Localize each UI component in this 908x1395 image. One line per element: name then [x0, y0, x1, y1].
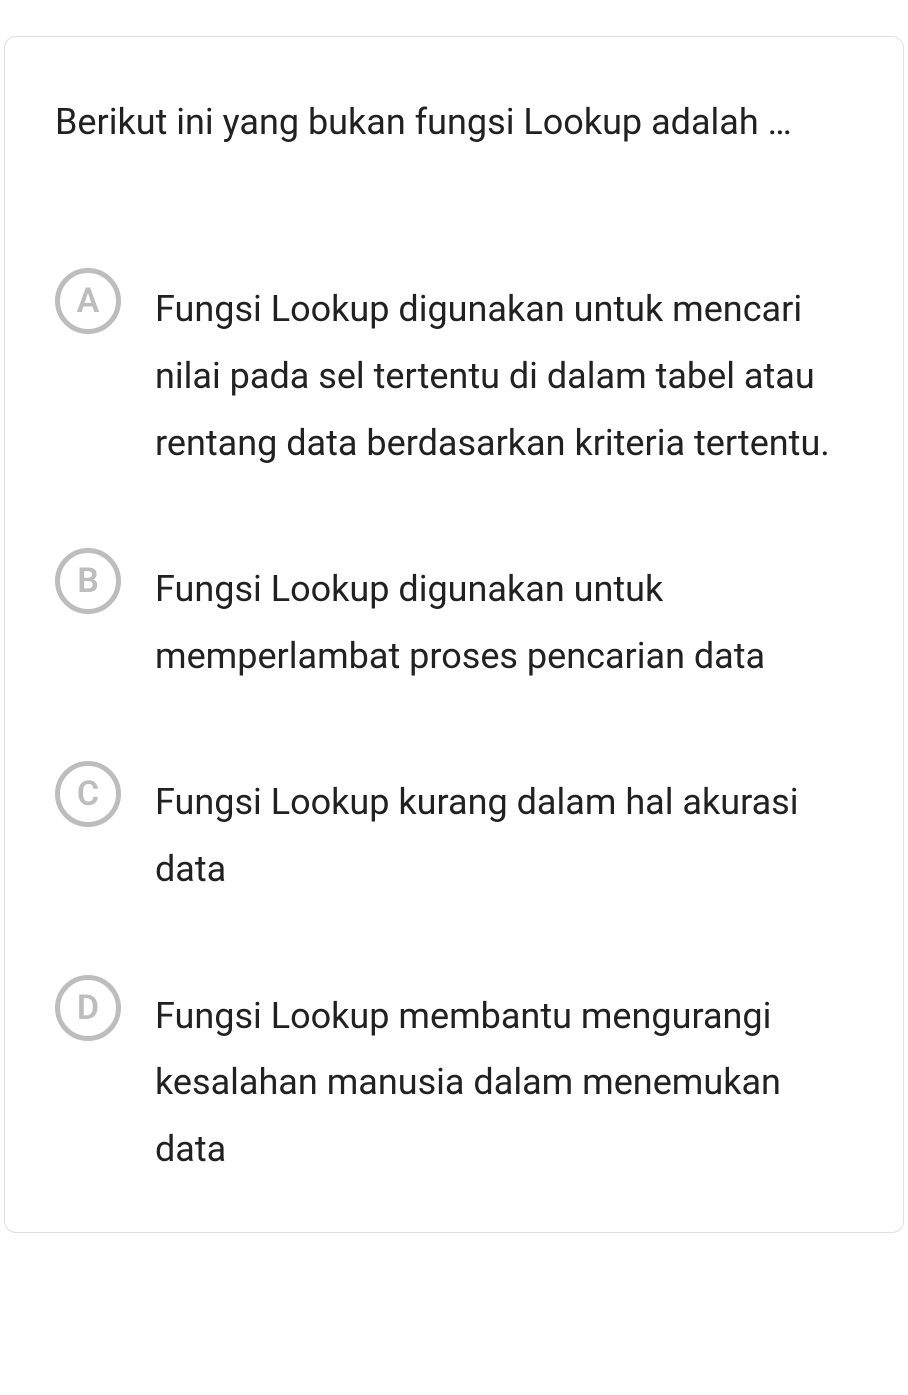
option-b[interactable]: B Fungsi Lookup digunakan untuk memperla…	[55, 552, 853, 689]
option-d[interactable]: D Fungsi Lookup membantu mengurangi kesa…	[55, 979, 853, 1183]
option-text-d: Fungsi Lookup membantu mengurangi kesala…	[155, 979, 853, 1183]
option-c[interactable]: C Fungsi Lookup kurang dalam hal akurasi…	[55, 765, 853, 902]
option-letter-c: C	[55, 761, 121, 827]
option-text-a: Fungsi Lookup digunakan untuk mencari ni…	[155, 272, 853, 476]
options-list: A Fungsi Lookup digunakan untuk mencari …	[55, 272, 853, 1182]
option-a[interactable]: A Fungsi Lookup digunakan untuk mencari …	[55, 272, 853, 476]
question-card: Berikut ini yang bukan fungsi Lookup ada…	[4, 36, 904, 1233]
option-text-c: Fungsi Lookup kurang dalam hal akurasi d…	[155, 765, 853, 902]
option-text-b: Fungsi Lookup digunakan untuk memperlamb…	[155, 552, 853, 689]
question-text: Berikut ini yang bukan fungsi Lookup ada…	[55, 93, 853, 152]
option-letter-a: A	[55, 268, 121, 334]
option-letter-d: D	[55, 975, 121, 1041]
option-letter-b: B	[55, 548, 121, 614]
